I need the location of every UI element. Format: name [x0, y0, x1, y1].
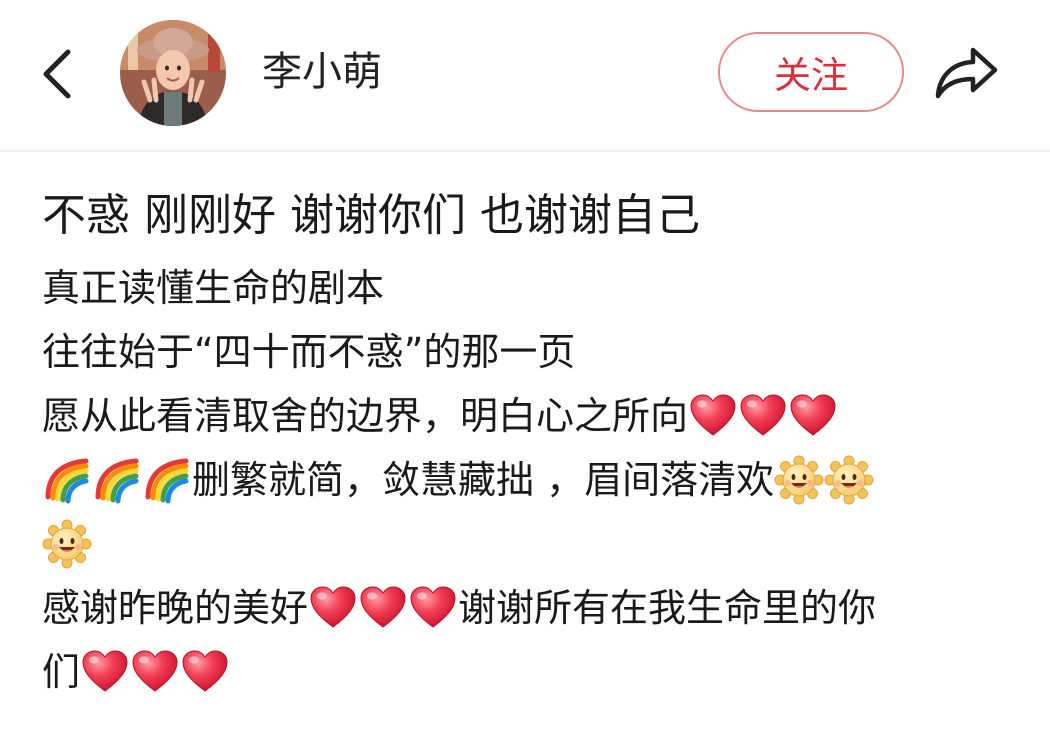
heart-emoji-icon: [788, 391, 838, 441]
heart-emoji-icon: [308, 583, 358, 633]
heart-emoji-icon: [738, 391, 788, 441]
post-line: 们: [42, 640, 1032, 704]
heart-emoji-icon: [408, 583, 458, 633]
post-title: 不惑 刚刚好 谢谢你们 也谢谢自己: [42, 190, 700, 241]
heart-emoji-icon: [688, 391, 738, 441]
post-line-text: 真正读懂生命的剧本: [42, 266, 385, 310]
post-line-text: 往往始于“四十而不惑”的那一页: [42, 330, 576, 374]
avatar[interactable]: [120, 20, 226, 126]
username[interactable]: 李小萌: [262, 46, 382, 98]
sun-emoji-icon: [42, 519, 92, 569]
post-line-text: 谢谢所有在我生命里的你: [458, 586, 877, 630]
post-body: 真正读懂生命的剧本 往往始于“四十而不惑”的那一页 愿从此看清取舍的边界，明白心…: [42, 256, 1032, 704]
post-line-text: 感谢昨晚的美好: [42, 586, 309, 630]
post-line-text: 们: [42, 650, 81, 694]
post-line: 删繁就简，敛慧藏拙 ，眉间落清欢: [42, 448, 1032, 512]
post-line-text: 删繁就简，敛慧藏拙 ，眉间落清欢: [192, 458, 775, 502]
heart-emoji-icon: [130, 647, 180, 697]
post-line-text: 愿从此看清取舍的边界，明白心之所向: [42, 394, 689, 438]
top-bar: 李小萌 关注: [0, 0, 1050, 152]
heart-emoji-icon: [180, 647, 230, 697]
back-button[interactable]: [30, 42, 82, 106]
post-line: [42, 512, 1032, 576]
heart-emoji-icon: [358, 583, 408, 633]
post-line: 感谢昨晚的美好 谢谢所有在我生命里的你: [42, 576, 1032, 640]
follow-button[interactable]: 关注: [718, 32, 904, 112]
rainbow-emoji-icon: [42, 455, 92, 505]
rainbow-emoji-icon: [142, 455, 192, 505]
sun-emoji-icon: [824, 455, 874, 505]
post-line: 往往始于“四十而不惑”的那一页: [42, 320, 1032, 384]
post-line: 愿从此看清取舍的边界，明白心之所向: [42, 384, 1032, 448]
avatar-photo: [120, 20, 226, 126]
share-arrow-icon: [935, 47, 998, 99]
rainbow-emoji-icon: [92, 455, 142, 505]
chevron-left-icon: [43, 49, 71, 99]
post-line: 真正读懂生命的剧本: [42, 256, 1032, 320]
share-button[interactable]: [930, 38, 1004, 108]
post-content: 不惑 刚刚好 谢谢你们 也谢谢自己 真正读懂生命的剧本 往往始于“四十而不惑”的…: [42, 186, 1032, 704]
heart-emoji-icon: [80, 647, 130, 697]
sun-emoji-icon: [774, 455, 824, 505]
